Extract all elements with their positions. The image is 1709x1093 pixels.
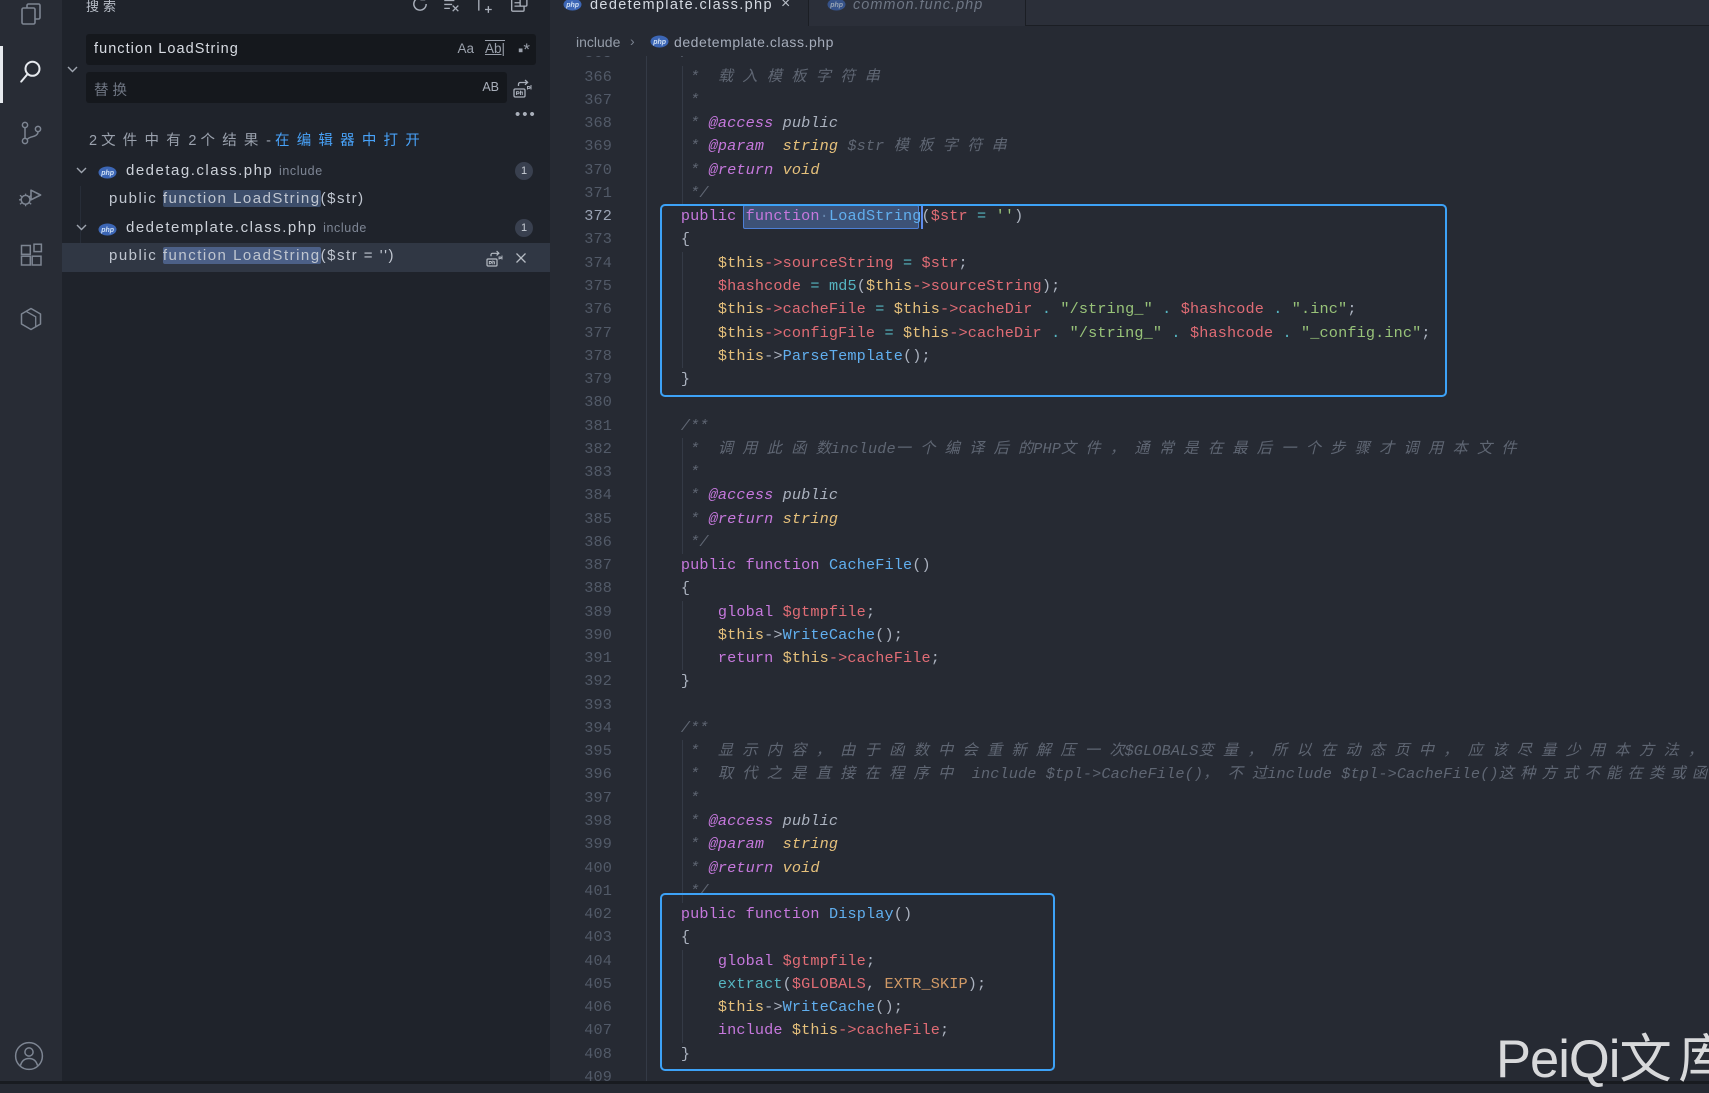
svg-text:php: php [100,227,115,234]
svg-text:php: php [829,2,844,9]
svg-text:php: php [652,39,667,46]
svg-text:php: php [565,2,580,9]
svg-text:php: php [100,170,115,177]
